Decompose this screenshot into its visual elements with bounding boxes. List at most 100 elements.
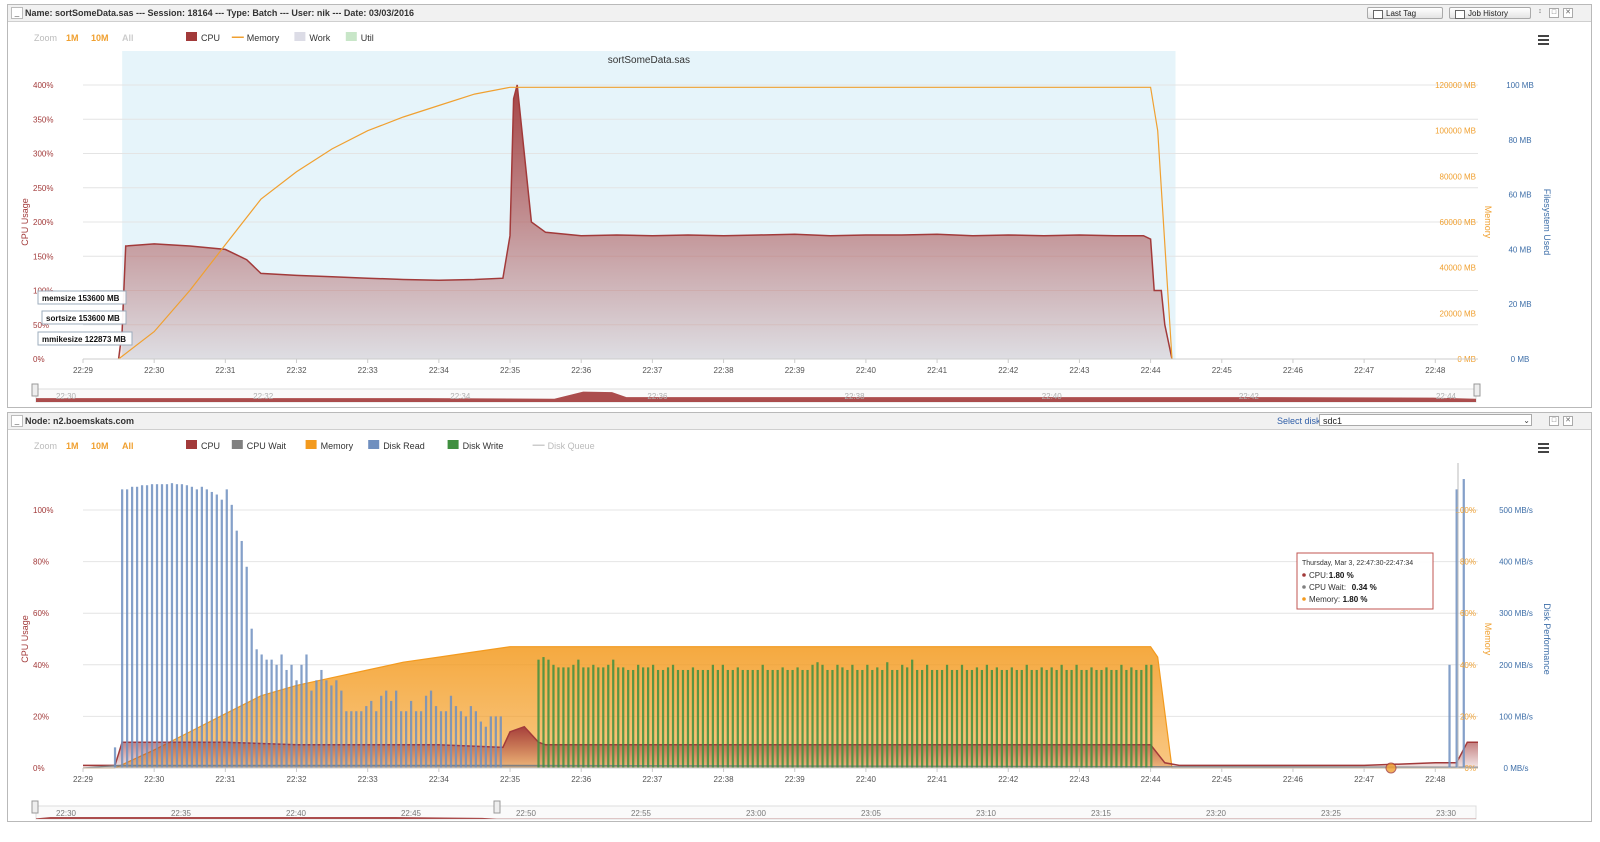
left-tick-label: 0%	[33, 764, 45, 773]
disk-read-bar	[230, 504, 233, 768]
right2-tick-label: 20 MB	[1508, 300, 1531, 309]
menu-icon[interactable]	[1538, 447, 1549, 449]
disk-write-bar	[1125, 669, 1128, 768]
disk-write-bar	[945, 664, 949, 768]
disk-read-bar	[255, 649, 258, 768]
x-tick-label: 22:47	[1354, 366, 1375, 375]
navigator-label: 23:25	[1321, 809, 1342, 818]
right-tick-label: 100000 MB	[1435, 127, 1476, 136]
disk-write-bar	[622, 667, 625, 768]
legend-swatch-disk-write	[447, 440, 459, 449]
disk-write-bar	[1070, 669, 1073, 768]
disk-write-bar	[901, 664, 904, 768]
legend-item-memory[interactable]: Memory	[321, 441, 354, 451]
disk-write-bar	[1050, 667, 1053, 768]
disk-read-bar	[200, 486, 203, 768]
disk-write-bar	[557, 667, 560, 768]
left-axis-title: CPU Usage	[20, 615, 30, 663]
disk-read-bar	[165, 484, 169, 768]
right2-tick-label: 0 MB	[1511, 355, 1530, 364]
navigator-label: 22:36	[647, 392, 668, 401]
disk-write-bar	[816, 662, 819, 768]
zoom-option-10m[interactable]: 10M	[91, 33, 109, 43]
disk-write-bar	[656, 669, 660, 768]
x-tick-label: 22:40	[856, 775, 877, 784]
legend-item-disk-write[interactable]: Disk Write	[463, 441, 504, 451]
right-tick-label: 60%	[1460, 609, 1476, 618]
menu-icon[interactable]	[1538, 35, 1549, 37]
menu-icon[interactable]	[1538, 451, 1549, 453]
zoom-label: Zoom	[34, 33, 57, 43]
disk-read-bar	[1448, 664, 1451, 768]
x-tick-label: 22:43	[1069, 775, 1090, 784]
disk-write-bar	[1095, 669, 1098, 768]
disk-write-bar	[866, 664, 869, 768]
menu-icon[interactable]	[1538, 43, 1549, 45]
disk-write-bar	[891, 669, 894, 768]
legend-item-util[interactable]: Util	[361, 33, 374, 43]
zoom-option-1m[interactable]: 1M	[66, 33, 79, 43]
legend-item-work[interactable]: Work	[309, 33, 330, 43]
menu-icon[interactable]	[1538, 443, 1549, 445]
right2-tick-label: 500 MB/s	[1499, 506, 1533, 515]
disk-read-bar	[250, 628, 253, 768]
legend-item-cpu-wait[interactable]: CPU Wait	[247, 441, 287, 451]
disk-write-bar	[856, 669, 859, 768]
legend-item-disk-read[interactable]: Disk Read	[383, 441, 425, 451]
navigator-handle-right[interactable]	[493, 800, 501, 814]
disk-write-bar	[607, 664, 610, 768]
disk-write-bar	[935, 669, 939, 768]
disk-write-bar	[1035, 669, 1038, 768]
disk-write-bar	[1115, 669, 1118, 768]
x-tick-label: 22:42	[998, 366, 1019, 375]
zoom-option-1m[interactable]: 1M	[66, 441, 79, 451]
disk-write-bar	[766, 669, 769, 768]
left-axis-title: CPU Usage	[20, 198, 30, 246]
legend-item-cpu[interactable]: CPU	[201, 441, 220, 451]
zoom-option-all[interactable]: All	[122, 33, 134, 43]
navigator-handle-left[interactable]	[31, 800, 39, 814]
menu-icon[interactable]	[1538, 39, 1549, 41]
navigator-handle-right[interactable]	[1473, 383, 1481, 397]
navigator-label: 23:10	[976, 809, 997, 818]
disk-write-bar	[731, 669, 734, 768]
disk-write-bar	[741, 669, 744, 768]
zoom-option-all[interactable]: All	[122, 441, 134, 451]
disk-write-bar	[1055, 669, 1058, 768]
legend-item-memory[interactable]: Memory	[247, 33, 280, 43]
job-chart[interactable]: Zoom 1M 10M All CPU Memory Work Util sortSomeDat…	[8, 5, 1592, 408]
disk-read-bar	[385, 690, 388, 768]
x-tick-label: 22:44	[1141, 775, 1162, 784]
legend-item-disk-queue[interactable]: Disk Queue	[548, 441, 595, 451]
disk-write-bar	[1085, 669, 1088, 768]
zoom-option-10m[interactable]: 10M	[91, 441, 109, 451]
disk-read-bar	[205, 489, 208, 768]
navigator-label: 22:42	[1239, 392, 1260, 401]
x-tick-label: 22:41	[927, 366, 948, 375]
disk-read-bar	[160, 484, 164, 768]
disk-read-bar	[305, 654, 308, 768]
legend-swatch-memory	[305, 440, 317, 449]
disk-read-bar	[454, 706, 458, 768]
disk-read-bar	[365, 706, 368, 768]
disk-read-bar	[464, 716, 468, 768]
disk-write-bar	[736, 667, 739, 768]
disk-write-bar	[726, 669, 729, 768]
disk-read-bar	[414, 711, 418, 768]
disk-read-bar	[484, 726, 487, 768]
disk-write-bar	[1130, 667, 1133, 768]
x-tick-label: 22:37	[642, 366, 663, 375]
disk-write-bar	[796, 667, 799, 768]
disk-write-bar	[786, 669, 789, 768]
disk-read-bar	[355, 711, 358, 768]
navigator-handle-left[interactable]	[31, 383, 39, 397]
disk-read-bar	[190, 486, 194, 768]
disk-read-bar	[424, 695, 428, 768]
left-tick-label: 250%	[33, 184, 53, 193]
x-tick-label: 22:29	[73, 366, 94, 375]
legend-item-cpu[interactable]: CPU	[201, 33, 220, 43]
tooltip-dot	[1302, 585, 1306, 589]
node-chart[interactable]: Zoom 1M 10M All CPU CPU Wait Memory Disk Read Di…	[8, 413, 1592, 822]
disk-read-bar	[135, 486, 139, 768]
disk-read-bar	[170, 483, 174, 768]
